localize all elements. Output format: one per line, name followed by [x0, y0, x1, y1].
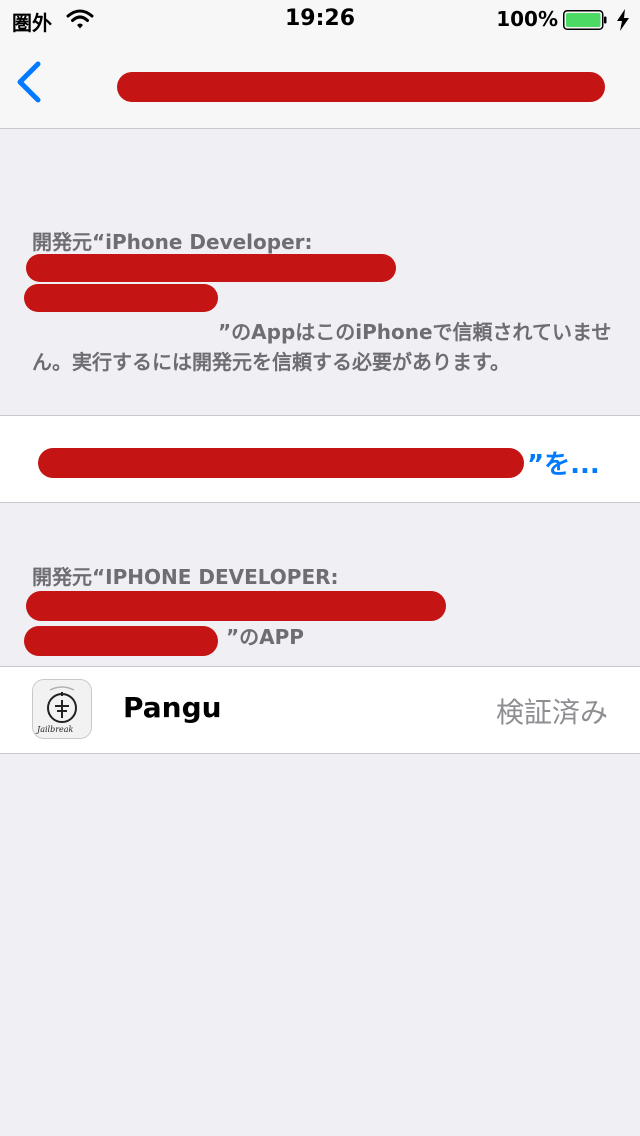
redacted-apps-developer-name	[26, 591, 446, 621]
trust-developer-cell[interactable]: ”を...	[0, 415, 640, 503]
back-button[interactable]	[10, 58, 54, 110]
redacted-apps-developer-id	[24, 626, 218, 656]
apps-developer-label: 開発元“IPHONE DEVELOPER:	[32, 565, 339, 589]
trust-warning-text: ”のAppはこのiPhoneで信頼されていません。実行するには開発元を信頼する必…	[32, 317, 612, 377]
trust-warning-message: ”のAppはこのiPhoneで信頼されていません。実行するには開発元を信頼する必…	[32, 320, 612, 374]
redacted-developer-id	[24, 284, 218, 312]
battery-percentage: 100%	[496, 7, 558, 31]
navigation-bar	[0, 40, 640, 129]
app-name: Pangu	[123, 691, 222, 724]
redacted-title	[117, 72, 605, 102]
battery-icon	[563, 10, 607, 30]
pangu-jailbreak-icon: Jailbreak	[32, 679, 92, 739]
trust-action-label: ”を...	[527, 450, 600, 480]
developer-label: 開発元“iPhone Developer:	[32, 230, 313, 254]
redacted-trust-action	[38, 448, 524, 478]
status-bar: 圏外 19:26 100%	[0, 0, 640, 40]
app-icon-caption: Jailbreak	[37, 725, 74, 734]
app-row[interactable]: Jailbreak Pangu 検証済み	[0, 666, 640, 754]
redacted-developer-name	[26, 254, 396, 282]
chevron-left-icon	[17, 61, 41, 103]
app-verification-status: 検証済み	[495, 696, 608, 729]
charging-bolt-icon	[617, 9, 629, 31]
